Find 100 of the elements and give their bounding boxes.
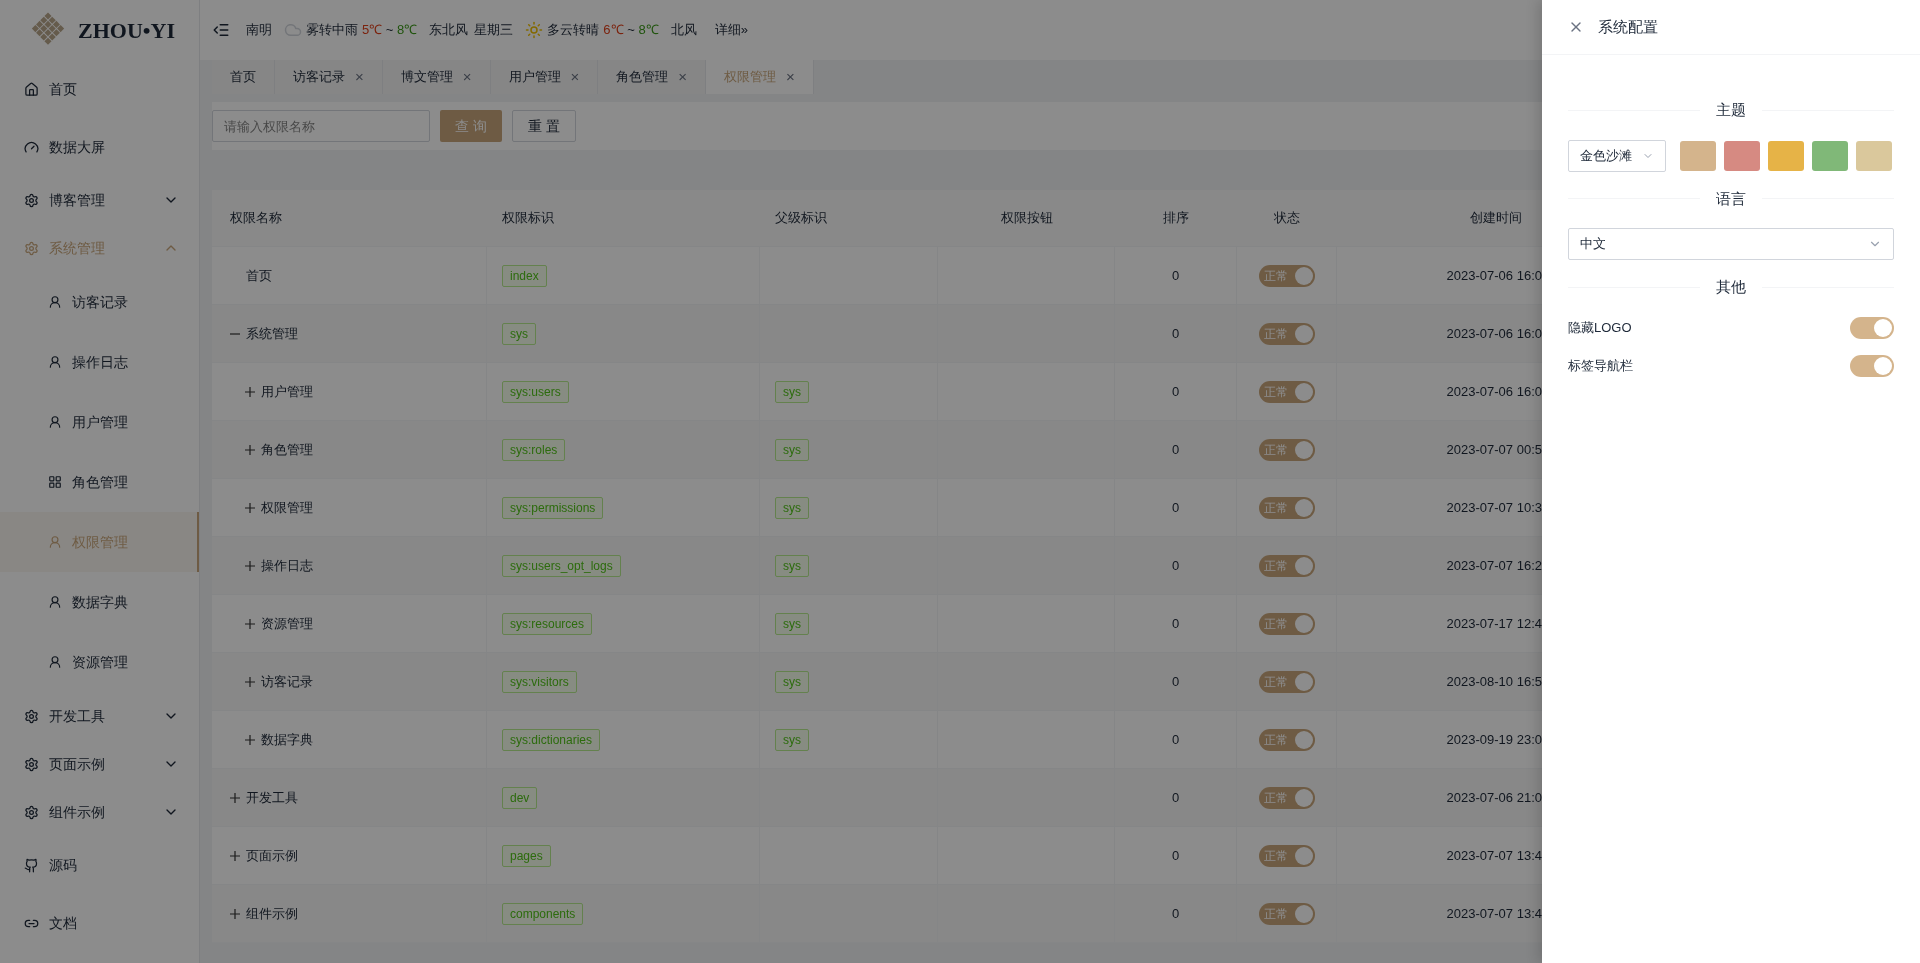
tag: sys [775, 438, 809, 461]
section-heading: 语言 [1716, 188, 1746, 209]
tab[interactable]: 权限管理 × [706, 60, 814, 94]
theme-select[interactable]: 金色沙滩 [1568, 139, 1666, 172]
sidebar-item[interactable]: 组件示例 [0, 788, 199, 836]
close-icon[interactable]: × [786, 65, 795, 89]
table-cell-text: 2023-07-07 13:4 [1446, 846, 1542, 865]
sidebar-item[interactable]: 页面示例 [0, 740, 199, 788]
drawer-title: 系统配置 [1598, 16, 1658, 37]
section-heading: 其他 [1716, 277, 1746, 297]
tag: sys:visitors [502, 670, 577, 693]
toggle-label: 标签导航栏 [1568, 356, 1633, 375]
close-icon[interactable]: × [462, 65, 472, 89]
sidebar-subitem[interactable]: 访客记录 [0, 272, 199, 332]
table-cell-text: 0 [1171, 614, 1180, 633]
tag: components [502, 902, 584, 925]
table-cell-text: 0 [1171, 846, 1180, 865]
user-icon [48, 415, 62, 429]
table-cell-text: 访客记录 [261, 672, 313, 691]
sidebar-subitem[interactable]: 资源管理 [0, 632, 199, 692]
weather-text: 多云转晴 [547, 21, 600, 40]
plus-icon[interactable] [230, 850, 240, 861]
toggle-switch[interactable] [1850, 354, 1894, 377]
sidebar-item[interactable]: 数据大屏 [0, 118, 199, 176]
language-select[interactable]: 中文 [1568, 228, 1894, 260]
table-cell-text: 角色管理 [261, 440, 313, 459]
reset-button[interactable]: 重 置 [511, 110, 576, 142]
sidebar-item[interactable]: 文档 [0, 894, 199, 952]
column-header: 排序 [1163, 209, 1189, 228]
city-text: 南明 [246, 21, 272, 40]
details-link[interactable]: 详细» [714, 20, 748, 40]
close-icon[interactable]: × [678, 65, 688, 89]
user-icon [48, 655, 62, 669]
table-cell-text: 0 [1171, 440, 1180, 459]
column-header: 状态 [1274, 209, 1300, 228]
column-header: 权限标识 [502, 209, 554, 228]
plus-icon[interactable] [245, 618, 255, 629]
sidebar-subitem[interactable]: 用户管理 [0, 392, 199, 452]
table-cell-text: 0 [1171, 266, 1180, 285]
table-cell-text: 权限管理 [261, 498, 313, 517]
color-swatch[interactable] [1768, 140, 1804, 171]
temperature-text: 5℃ ~ 8℃ [362, 21, 418, 40]
plus-icon[interactable] [245, 444, 255, 455]
menu-icon[interactable] [212, 21, 230, 39]
gear-icon [24, 804, 39, 820]
toggle-switch[interactable] [1850, 316, 1894, 339]
plus-icon[interactable] [245, 386, 255, 397]
table-cell-text: 2023-07-06 16:0 [1446, 324, 1542, 343]
table-cell-text: 组件示例 [246, 904, 298, 923]
tag: sys [775, 380, 809, 403]
table-cell-text: 2023-08-10 16:5 [1446, 672, 1542, 691]
plus-icon[interactable] [245, 676, 255, 687]
color-swatch[interactable] [1724, 140, 1760, 171]
tag: sys [775, 554, 809, 577]
table-cell-text: 数据字典 [261, 730, 313, 749]
section-heading: 主题 [1716, 100, 1746, 120]
gauge-icon [24, 139, 39, 155]
color-swatch[interactable] [1680, 140, 1716, 171]
grid-icon [48, 475, 62, 489]
sidebar-subitem[interactable]: 角色管理 [0, 452, 199, 512]
table-cell-text: 2023-07-06 16:0 [1446, 266, 1542, 285]
sidebar-item[interactable]: 源码 [0, 836, 199, 894]
plus-icon[interactable] [230, 908, 240, 919]
weekday-text: 星期三 [474, 21, 514, 40]
tag: sys:roles [502, 438, 566, 461]
plus-icon[interactable] [245, 502, 255, 513]
close-icon[interactable]: × [355, 65, 364, 89]
tag: pages [502, 844, 551, 867]
table-cell-text: 0 [1171, 324, 1180, 343]
column-header: 创建时间 [1470, 209, 1522, 228]
close-icon[interactable]: × [570, 65, 580, 89]
cloud-icon [284, 21, 302, 39]
search-field[interactable]: 请输入权限名称 [212, 110, 430, 142]
sidebar-subitem[interactable]: 数据字典 [0, 572, 199, 632]
table-cell-text: 0 [1171, 498, 1180, 517]
color-swatch[interactable] [1812, 140, 1848, 171]
gear-icon [24, 756, 39, 772]
weather-text: 雾转中雨 [306, 21, 358, 40]
sidebar-item[interactable]: 首页 [0, 60, 199, 118]
tag: sys [775, 670, 809, 693]
plus-icon[interactable] [245, 560, 255, 571]
plus-icon[interactable] [230, 792, 240, 803]
sidebar-item[interactable]: 博客管理 [0, 176, 199, 224]
wind-text: 东北风 [429, 21, 469, 40]
table-cell-text: 资源管理 [261, 614, 313, 633]
table-cell-text: 0 [1171, 904, 1180, 923]
table-cell-text: 2023-07-06 21:0 [1446, 788, 1542, 807]
tag: sys [775, 612, 809, 635]
logo-text: ZHOU•YI [78, 16, 175, 45]
user-icon [48, 355, 62, 369]
tag: index [502, 264, 547, 287]
plus-icon[interactable] [245, 734, 255, 745]
tag: sys [502, 322, 536, 345]
github-icon [24, 857, 39, 873]
sidebar-item[interactable]: 开发工具 [0, 692, 199, 740]
sidebar-subitem[interactable]: 操作日志 [0, 332, 199, 392]
wind-text: 北风 [670, 21, 697, 40]
table-cell-text: 0 [1171, 556, 1180, 575]
color-swatch[interactable] [1856, 140, 1892, 171]
user-icon [48, 595, 62, 609]
